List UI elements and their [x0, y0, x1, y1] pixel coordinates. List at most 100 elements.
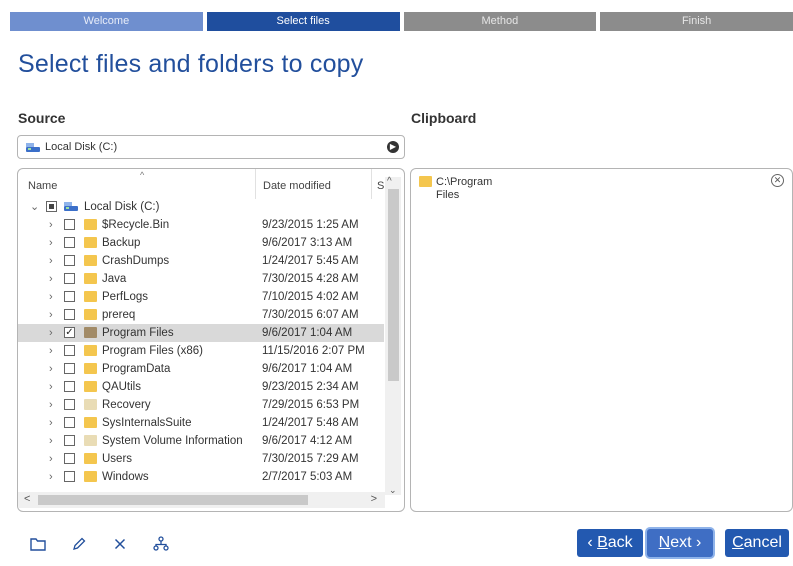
chevron-right-icon[interactable]: › [49, 306, 53, 324]
column-divider[interactable] [255, 169, 256, 199]
tree-row-name: SysInternalsSuite [102, 417, 192, 429]
scroll-up-icon[interactable]: ^ [387, 176, 392, 187]
step-select-files: Select files [206, 12, 400, 31]
tree-row[interactable]: › Windows 2/7/2017 5:03 AM [18, 468, 384, 486]
source-drive-select[interactable]: Local Disk (C:) ▶ [17, 135, 405, 159]
column-header-size[interactable]: S [377, 180, 384, 192]
chevron-right-icon[interactable]: › [49, 270, 53, 288]
tree-row[interactable]: › prereq 7/30/2015 6:07 AM [18, 306, 384, 324]
chevron-down-icon[interactable]: ⌄ [30, 198, 39, 216]
tree-root[interactable]: ⌄ Local Disk (C:) [18, 198, 384, 216]
tree-row-name: Program Files (x86) [102, 345, 203, 357]
chevron-right-icon[interactable]: › [49, 342, 53, 360]
vertical-scroll-thumb[interactable] [388, 189, 399, 381]
row-checkbox[interactable] [64, 417, 75, 428]
tree-row-date: 9/6/2017 4:12 AM [262, 435, 353, 447]
drive-icon [64, 202, 78, 211]
tree-row[interactable]: › Java 7/30/2015 4:28 AM [18, 270, 384, 288]
scroll-down-icon[interactable]: ⌄ [389, 485, 397, 496]
row-checkbox[interactable] [64, 219, 75, 230]
tree-row-date: 7/30/2015 6:07 AM [262, 309, 359, 321]
tree-row[interactable]: › PerfLogs 7/10/2015 4:02 AM [18, 288, 384, 306]
row-checkbox[interactable] [64, 363, 75, 374]
tree-row[interactable]: › Recovery 7/29/2015 6:53 PM [18, 396, 384, 414]
network-icon[interactable] [151, 534, 171, 554]
cancel-button[interactable]: Cancel [725, 529, 789, 557]
folder-icon [84, 273, 97, 284]
row-checkbox[interactable] [64, 399, 75, 410]
tree-row-name: Java [102, 273, 127, 285]
tree-row[interactable]: › QAUtils 9/23/2015 2:34 AM [18, 378, 384, 396]
row-checkbox[interactable] [64, 291, 75, 302]
tree-row[interactable]: › Program Files (x86) 11/15/2016 2:07 PM [18, 342, 384, 360]
row-checkbox[interactable] [64, 237, 75, 248]
back-label: ack [607, 534, 633, 551]
tree-row-name: ProgramData [102, 363, 171, 375]
tree-row-name: CrashDumps [102, 255, 170, 267]
chevron-right-icon[interactable]: › [49, 432, 53, 450]
tree-row-date: 9/23/2015 1:25 AM [262, 219, 359, 231]
tree-row-date: 11/15/2016 2:07 PM [262, 345, 365, 357]
dropdown-arrow-icon[interactable]: ▶ [387, 141, 399, 153]
clipboard-item-path: C:\Program Files [436, 176, 493, 201]
root-checkbox[interactable] [46, 201, 57, 212]
folder-icon [84, 237, 97, 248]
vertical-scrollbar[interactable]: ^ ⌄ [385, 176, 401, 496]
row-checkbox[interactable] [64, 381, 75, 392]
chevron-right-icon[interactable]: › [49, 450, 53, 468]
tree-row[interactable]: › CrashDumps 1/24/2017 5:45 AM [18, 252, 384, 270]
remove-item-icon[interactable]: ✕ [771, 174, 784, 187]
pencil-icon[interactable] [69, 534, 89, 554]
horizontal-scroll-thumb[interactable] [38, 495, 308, 505]
row-checkbox[interactable]: ✓ [64, 327, 75, 338]
source-drive-value: Local Disk (C:) [45, 141, 118, 153]
tree-row-name: Users [102, 453, 133, 465]
chevron-right-icon[interactable]: › [49, 234, 53, 252]
column-divider[interactable] [371, 169, 372, 199]
chevron-right-icon[interactable]: › [49, 468, 53, 486]
chevron-right-icon[interactable]: › [49, 396, 53, 414]
drive-icon [26, 142, 40, 152]
tree-row-date: 7/30/2015 4:28 AM [262, 273, 359, 285]
next-button[interactable]: Next › [647, 529, 713, 557]
tree-row[interactable]: › Users 7/30/2015 7:29 AM [18, 450, 384, 468]
row-checkbox[interactable] [64, 309, 75, 320]
new-folder-icon[interactable] [28, 534, 48, 554]
folder-icon [84, 309, 97, 320]
close-icon[interactable] [110, 534, 130, 554]
tree-row-name: prereq [102, 309, 136, 321]
column-header-date[interactable]: Date modified [263, 180, 331, 192]
folder-icon [84, 327, 97, 338]
tree-row[interactable]: › System Volume Information 9/6/2017 4:12 … [18, 432, 384, 450]
tree-row[interactable]: › $Recycle.Bin 9/23/2015 1:25 AM [18, 216, 384, 234]
folder-icon [84, 345, 97, 356]
folder-icon [84, 453, 97, 464]
row-checkbox[interactable] [64, 435, 75, 446]
chevron-right-icon[interactable]: › [49, 288, 53, 306]
column-header-name[interactable]: Name [28, 180, 57, 192]
folder-icon [84, 255, 97, 266]
chevron-right-icon[interactable]: › [49, 414, 53, 432]
scroll-left-icon[interactable]: < [24, 493, 30, 505]
tree-row[interactable]: › Backup 9/6/2017 3:13 AM [18, 234, 384, 252]
row-checkbox[interactable] [64, 255, 75, 266]
back-button[interactable]: ‹ Back [577, 529, 643, 557]
row-checkbox[interactable] [64, 273, 75, 284]
chevron-right-icon[interactable]: › [49, 252, 53, 270]
chevron-right-icon[interactable]: › [49, 324, 53, 342]
horizontal-scrollbar[interactable]: < > [18, 492, 385, 508]
chevron-right-icon[interactable]: › [49, 378, 53, 396]
scroll-right-icon[interactable]: > [371, 493, 377, 505]
folder-icon [84, 417, 97, 428]
row-checkbox[interactable] [64, 345, 75, 356]
step-method: Method [403, 12, 597, 31]
tree-row[interactable]: › SysInternalsSuite 1/24/2017 5:48 AM [18, 414, 384, 432]
tree-row[interactable]: › ProgramData 9/6/2017 1:04 AM [18, 360, 384, 378]
tree-row[interactable]: › ✓ Program Files 9/6/2017 1:04 AM [18, 324, 384, 342]
chevron-right-icon[interactable]: › [49, 216, 53, 234]
tree-row-date: 9/23/2015 2:34 AM [262, 381, 359, 393]
row-checkbox[interactable] [64, 471, 75, 482]
row-checkbox[interactable] [64, 453, 75, 464]
next-accesskey: N [658, 534, 671, 551]
chevron-right-icon[interactable]: › [49, 360, 53, 378]
